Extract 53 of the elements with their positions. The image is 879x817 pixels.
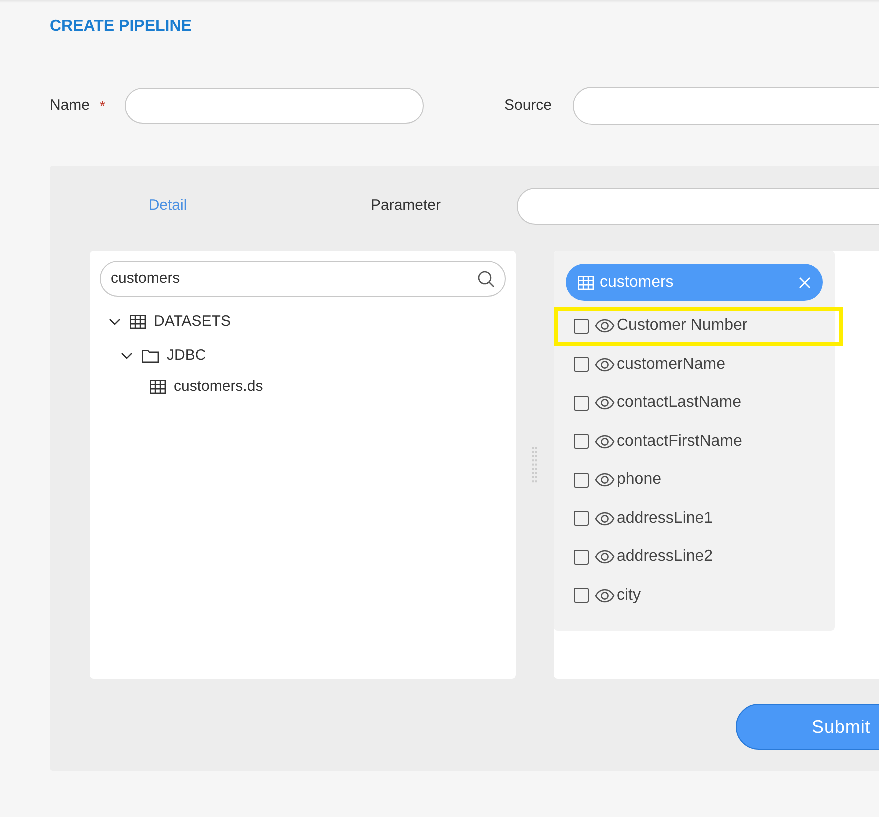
source-label: Source (504, 96, 552, 116)
tab[interactable]: Parameter (342, 194, 470, 218)
column-row[interactable]: phone (554, 461, 843, 500)
table-icon (578, 276, 594, 290)
column-row[interactable]: contactFirstName (554, 422, 843, 461)
eye-icon[interactable] (595, 396, 615, 410)
column-name: phone (617, 470, 662, 490)
tree-item[interactable]: customers.ds (174, 376, 264, 398)
column-name: addressLine2 (617, 547, 714, 568)
tree-item[interactable]: JDBC (167, 344, 206, 368)
column-row[interactable]: contactLastName (554, 384, 843, 422)
column-name: contactLastName (617, 393, 742, 414)
column-row[interactable]: addressLine1 (554, 500, 843, 538)
tree-item[interactable]: DATASETS (154, 310, 231, 334)
close-icon[interactable] (799, 276, 811, 288)
search-input[interactable]: customers (111, 268, 478, 290)
required-mark: * (100, 96, 106, 116)
source-field[interactable] (573, 87, 879, 125)
checkbox[interactable] (574, 550, 589, 565)
column-name: customerName (617, 354, 726, 375)
page-title: CREATE PIPELINE (50, 17, 192, 37)
checkbox[interactable] (574, 434, 589, 450)
checkbox[interactable] (574, 318, 589, 334)
eye-icon[interactable] (595, 319, 615, 334)
eye-icon[interactable] (595, 512, 615, 526)
name-field[interactable] (125, 88, 424, 124)
column-row[interactable]: city (554, 576, 843, 615)
table-icon (130, 315, 146, 329)
search-field[interactable]: customers (100, 261, 506, 297)
eye-icon[interactable] (595, 473, 615, 488)
checkbox[interactable] (574, 357, 589, 372)
column-name: city (617, 586, 641, 606)
search-icon[interactable] (478, 270, 495, 288)
drag-handle-icon[interactable] (532, 446, 538, 484)
eye-icon[interactable] (595, 588, 615, 603)
table-icon (150, 380, 166, 394)
column-row[interactable]: Customer Number (554, 307, 843, 346)
name-label: Name (50, 96, 90, 116)
chip-label: customers (600, 272, 675, 292)
column-name: addressLine1 (617, 508, 714, 529)
eye-icon[interactable] (595, 358, 615, 372)
column-row[interactable]: customerName (554, 346, 843, 384)
parameter-field[interactable] (517, 188, 879, 224)
column-row[interactable]: addressLine2 (554, 538, 843, 576)
folder-icon (142, 349, 159, 363)
checkbox[interactable] (574, 472, 589, 488)
checkbox[interactable] (574, 396, 589, 411)
checkbox[interactable] (574, 511, 589, 526)
checkbox[interactable] (574, 588, 589, 604)
eye-icon[interactable] (595, 434, 615, 449)
column-name: Customer Number (617, 316, 748, 336)
column-name: contactFirstName (617, 432, 742, 452)
eye-icon[interactable] (595, 550, 615, 564)
